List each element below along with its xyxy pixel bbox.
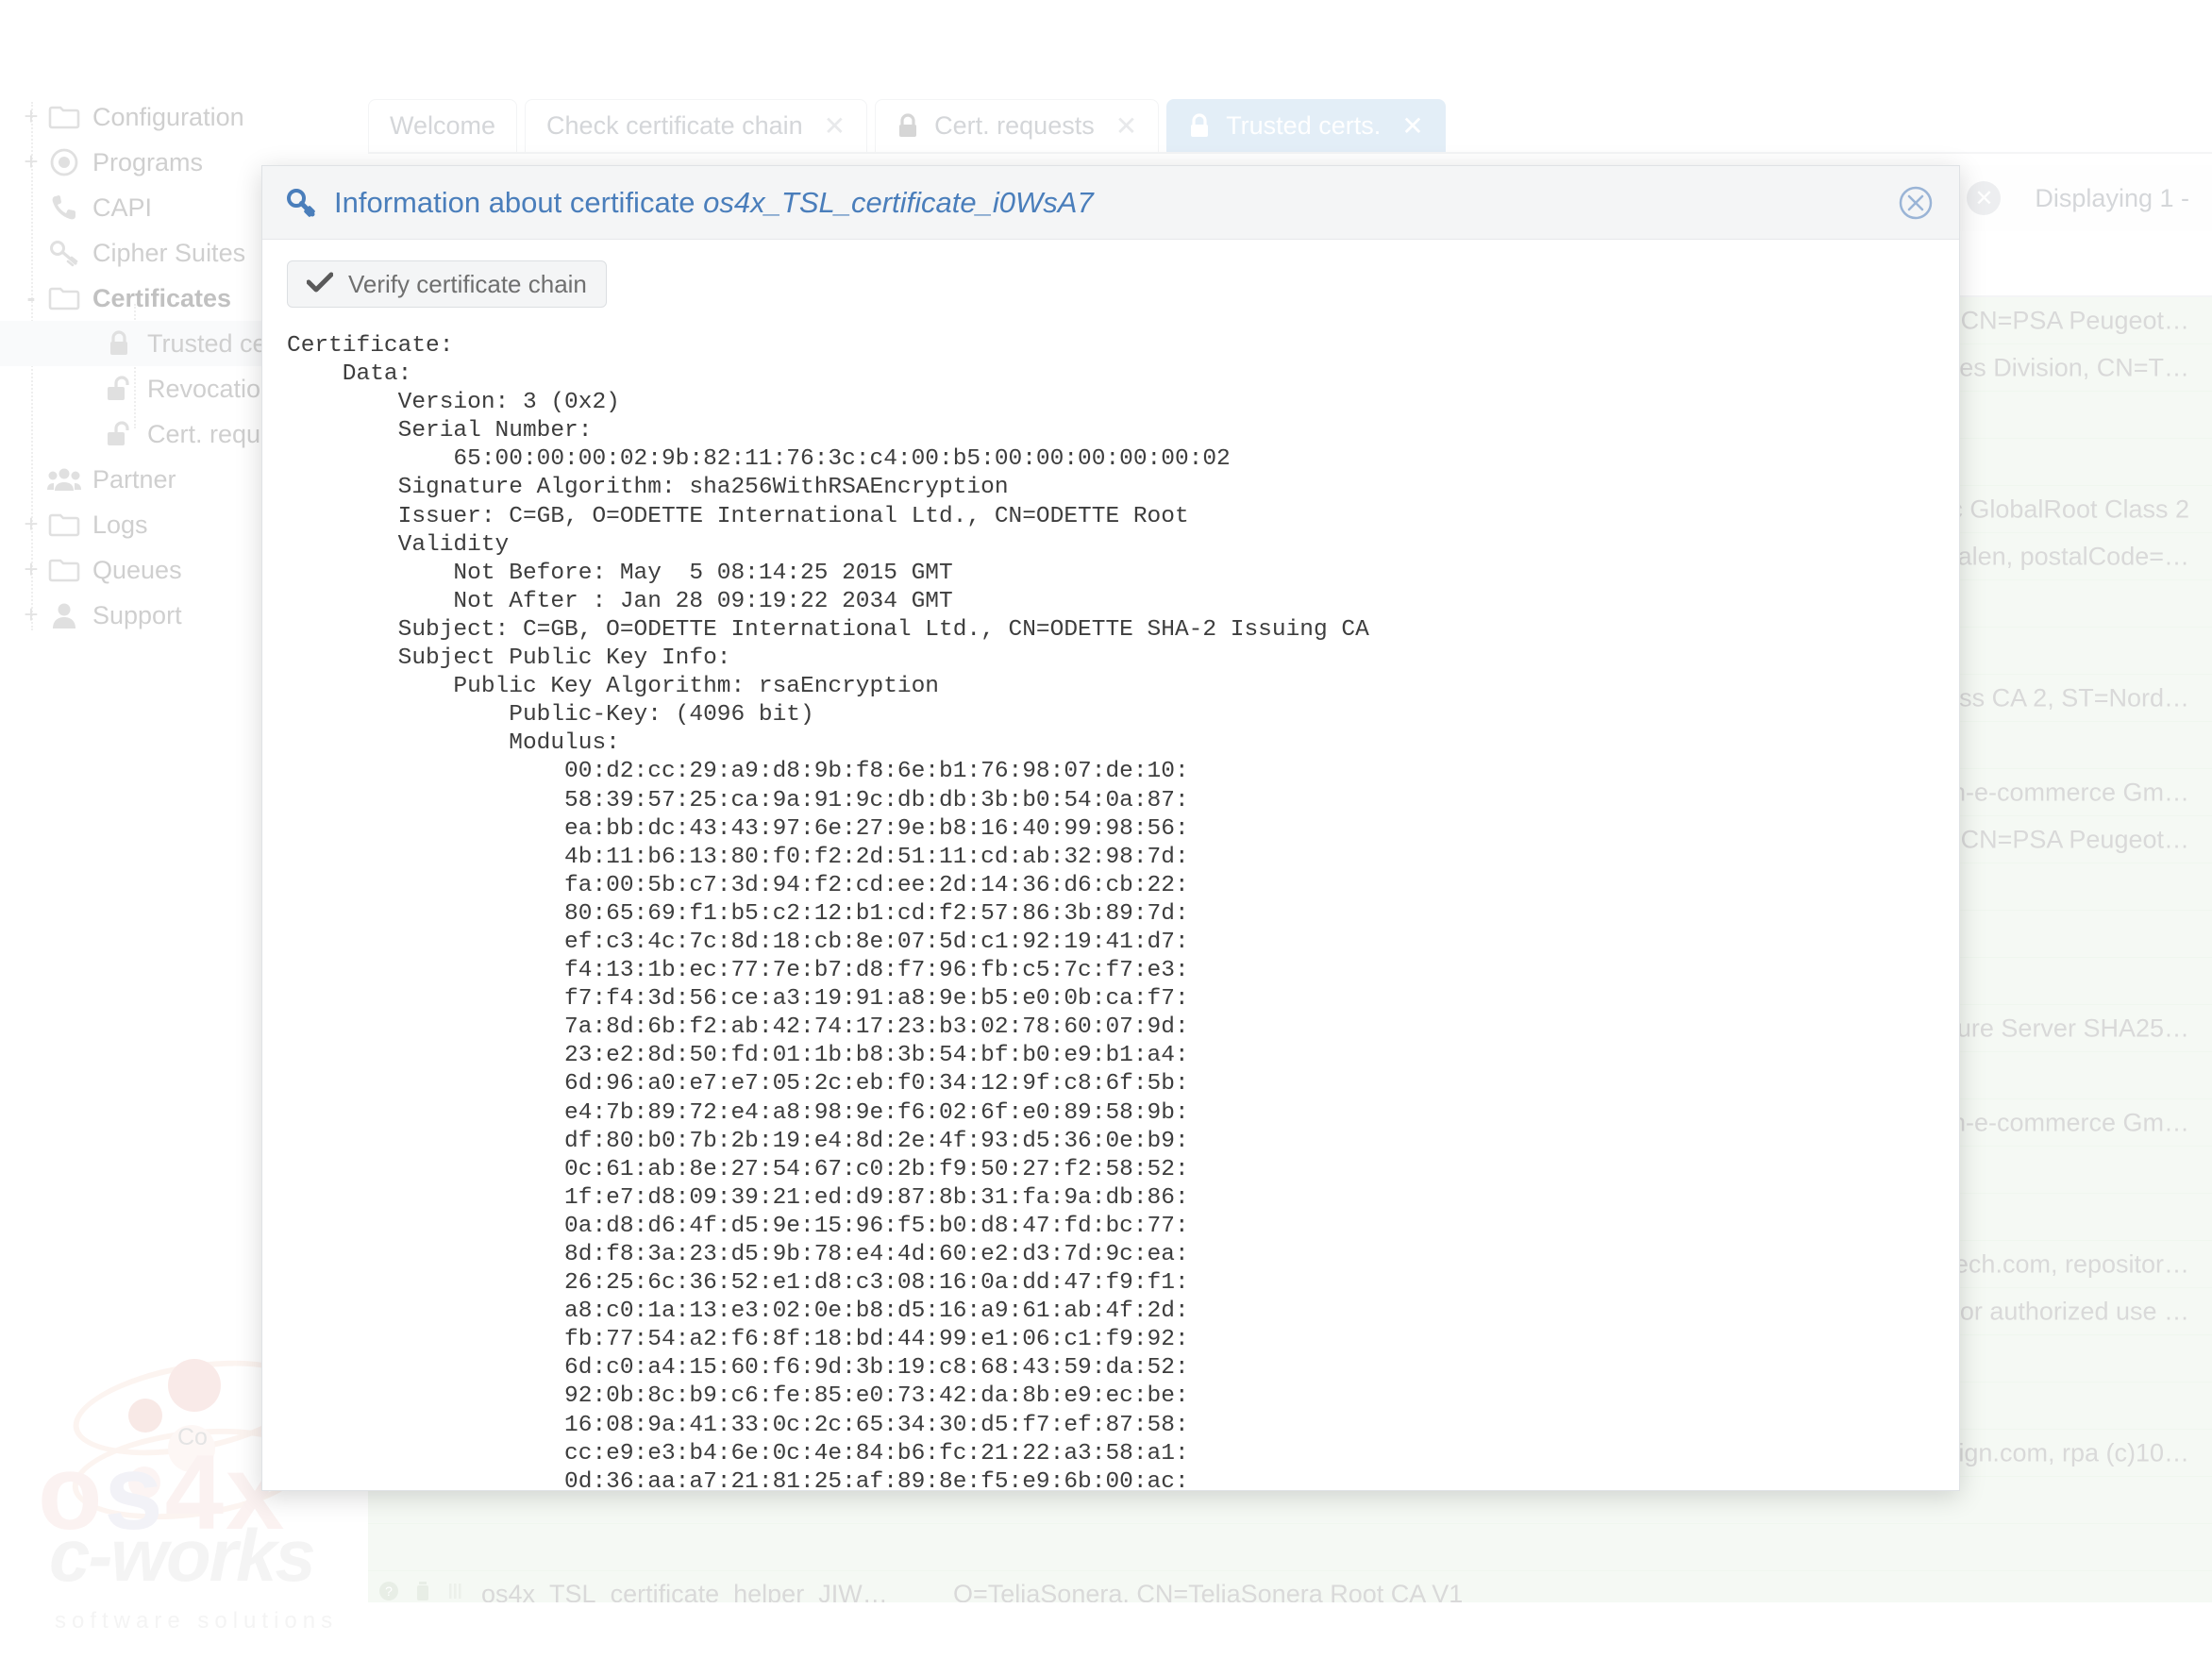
application-window: + Configuration + Programs CAPI Cipher Suites… bbox=[0, 0, 2212, 1659]
expand-icon[interactable]: + bbox=[19, 149, 43, 175]
dialog-header: Information about certificate os4x_TSL_c… bbox=[262, 166, 1959, 240]
tab-trusted-certs[interactable]: Trusted certs. ✕ bbox=[1166, 99, 1446, 152]
close-icon[interactable] bbox=[1897, 184, 1935, 222]
folder-icon bbox=[45, 283, 83, 313]
cell-subject: on-e-commerce Gm… bbox=[1936, 778, 2189, 806]
expand-icon[interactable]: + bbox=[19, 602, 43, 628]
certificate-text: Certificate: Data: Version: 3 (0x2) Seri… bbox=[287, 333, 1369, 1490]
tab-welcome[interactable]: Welcome bbox=[368, 99, 518, 152]
tab-label: Trusted certs. bbox=[1226, 111, 1382, 140]
folder-icon bbox=[45, 555, 83, 585]
tab-bar: Welcome Check certificate chain ✕ Cert. req… bbox=[368, 99, 2212, 154]
cell-subject: cure Server SHA25… bbox=[1944, 1014, 2189, 1042]
sidebar-item-label: Partner bbox=[92, 464, 176, 494]
dialog-title-prefix: Information about certificate bbox=[334, 185, 695, 219]
cell-subject: , CN=PSA Peugeot… bbox=[1946, 825, 2189, 853]
logo-company: c-works bbox=[49, 1514, 316, 1597]
cell-subject: ass CA 2, ST=Nord… bbox=[1945, 683, 2189, 712]
cell-subject: ces Division, CN=T… bbox=[1946, 353, 2189, 381]
lock-closed-icon bbox=[100, 328, 138, 359]
cell-subject: , CN=PSA Peugeot… bbox=[1946, 306, 2189, 334]
lock-open-icon bbox=[100, 374, 138, 404]
cell-subject: on-e-commerce Gm… bbox=[1936, 1108, 2189, 1136]
sidebar-item-configuration[interactable]: + Configuration bbox=[0, 94, 368, 140]
sidebar-item-label: Support bbox=[92, 600, 182, 629]
folder-icon bbox=[45, 102, 83, 132]
cell-subject: tech.com, repositor… bbox=[1947, 1249, 2189, 1278]
dialog-title-certificate-name: os4x_TSL_certificate_i0WsA7 bbox=[703, 185, 1094, 219]
dialog-body: Verify certificate chain Certificate: Da… bbox=[262, 240, 1959, 1490]
users-icon bbox=[45, 464, 83, 494]
tab-label: Cert. requests bbox=[934, 111, 1095, 140]
tab-label: Check certificate chain bbox=[546, 111, 803, 140]
tab-cert-requests[interactable]: Cert. requests ✕ bbox=[875, 99, 1160, 152]
expand-icon[interactable]: + bbox=[19, 557, 43, 582]
cell-subject: sign.com, rpa (c)10… bbox=[1945, 1438, 2189, 1466]
key-icon bbox=[45, 238, 83, 268]
user-icon bbox=[45, 600, 83, 630]
verify-button-label: Verify certificate chain bbox=[348, 269, 587, 298]
check-icon bbox=[306, 270, 334, 299]
circle-x-icon[interactable]: ✕ bbox=[1967, 181, 2002, 215]
expand-icon[interactable]: + bbox=[19, 511, 43, 537]
tab-check-certificate-chain[interactable]: Check certificate chain ✕ bbox=[525, 99, 868, 152]
lock-icon bbox=[1188, 112, 1211, 140]
sidebar-item-label: CAPI bbox=[92, 193, 153, 222]
sidebar-item-label: Cipher Suites bbox=[92, 238, 246, 267]
certificate-info-dialog: Information about certificate os4x_TSL_c… bbox=[261, 165, 1960, 1491]
expand-icon[interactable]: + bbox=[19, 104, 43, 129]
sidebar-item-label: Certificates bbox=[92, 283, 232, 312]
cell-subject: falen, postalCode=… bbox=[1951, 542, 2189, 570]
target-icon bbox=[45, 147, 83, 177]
lock-icon bbox=[897, 112, 919, 140]
phone-icon bbox=[45, 193, 83, 223]
tab-strip-divider bbox=[368, 152, 2212, 154]
tab-close-icon[interactable]: ✕ bbox=[1401, 112, 1423, 140]
tab-close-icon[interactable]: ✕ bbox=[824, 112, 846, 140]
sidebar-item-label: Logs bbox=[92, 510, 148, 539]
grid-footer-area bbox=[368, 1602, 2212, 1659]
dialog-title: Information about certificate os4x_TSL_c… bbox=[334, 186, 1094, 220]
verify-certificate-chain-button[interactable]: Verify certificate chain bbox=[287, 260, 607, 308]
sidebar-item-label: Programs bbox=[92, 147, 204, 176]
folder-icon bbox=[45, 510, 83, 540]
logo-dot-2 bbox=[128, 1399, 162, 1433]
tab-label: Welcome bbox=[390, 111, 496, 140]
collapse-icon[interactable]: - bbox=[19, 285, 43, 310]
cell-subject: c GlobalRoot Class 2 bbox=[1950, 494, 2189, 523]
cell-subject: for authorized use … bbox=[1952, 1297, 2189, 1325]
logo-dot-1 bbox=[168, 1359, 221, 1412]
sidebar-item-label: Queues bbox=[92, 555, 182, 584]
sidebar-item-label: Configuration bbox=[92, 102, 244, 131]
logo-tagline: software solutions bbox=[55, 1608, 339, 1634]
lock-open-icon bbox=[100, 419, 138, 449]
key-search-icon bbox=[285, 187, 317, 219]
displaying-label: Displaying 1 - bbox=[2035, 183, 2189, 212]
table-row[interactable] bbox=[368, 1524, 2212, 1571]
tab-close-icon[interactable]: ✕ bbox=[1115, 112, 1137, 140]
